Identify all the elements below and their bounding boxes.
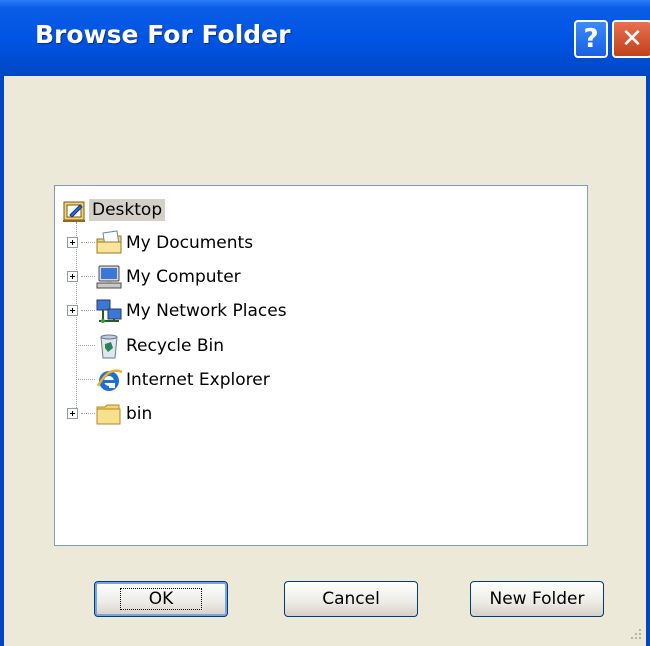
my-computer-icon — [96, 265, 122, 289]
tree-item-internet-explorer[interactable]: Internet Explorer — [95, 365, 273, 395]
tree-item-label: Recycle Bin — [126, 336, 225, 356]
tree-item-label: My Documents — [126, 233, 254, 253]
cancel-button[interactable]: Cancel — [284, 581, 418, 617]
tree-connector-vertical — [76, 222, 77, 412]
tree-item-label: bin — [126, 404, 153, 424]
cancel-button-label: Cancel — [322, 589, 380, 609]
ok-button[interactable]: OK — [94, 581, 228, 617]
expand-my-computer[interactable] — [67, 271, 78, 282]
tree-item-bin[interactable]: bin — [95, 399, 155, 429]
title-bar[interactable]: Browse For Folder ? ✕ — [0, 0, 650, 76]
tree-item-my-computer[interactable]: My Computer — [95, 262, 244, 292]
tree-item-label: Internet Explorer — [126, 370, 270, 390]
internet-explorer-icon — [96, 369, 123, 391]
my-network-places-icon — [96, 299, 122, 323]
tree-item-label: Desktop — [89, 199, 166, 221]
my-documents-icon — [96, 230, 122, 254]
resize-grip-icon[interactable] — [624, 624, 644, 644]
tree-connector — [81, 413, 95, 414]
folder-tree[interactable]: Desktop My Documents My Computer My Netw… — [54, 185, 588, 546]
tree-item-my-network-places[interactable]: My Network Places — [95, 296, 290, 326]
help-button[interactable]: ? — [574, 20, 608, 58]
tree-connector — [81, 276, 95, 277]
new-folder-button-label: New Folder — [489, 589, 585, 609]
desktop-icon — [63, 201, 85, 222]
tree-connector — [76, 345, 95, 346]
window-title: Browse For Folder — [35, 20, 291, 49]
close-button[interactable]: ✕ — [612, 20, 650, 58]
tree-item-recycle-bin[interactable]: Recycle Bin — [95, 331, 227, 361]
folder-icon — [96, 404, 121, 425]
expand-my-documents[interactable] — [67, 237, 78, 248]
tree-item-desktop[interactable]: Desktop — [61, 195, 166, 225]
tree-connector — [81, 310, 95, 311]
expand-bin[interactable] — [67, 408, 78, 419]
new-folder-button[interactable]: New Folder — [470, 581, 604, 617]
ok-button-label: OK — [119, 588, 203, 610]
tree-item-my-documents[interactable]: My Documents — [95, 228, 256, 258]
tree-connector — [81, 242, 95, 243]
tree-connector — [76, 379, 95, 380]
expand-my-network-places[interactable] — [67, 305, 78, 316]
window-frame-right — [646, 76, 650, 646]
tree-item-label: My Computer — [126, 267, 241, 287]
tree-item-label: My Network Places — [126, 301, 287, 321]
browse-for-folder-dialog: Browse For Folder ? ✕ Desktop My Documen… — [0, 0, 650, 646]
recycle-bin-icon — [100, 334, 118, 359]
